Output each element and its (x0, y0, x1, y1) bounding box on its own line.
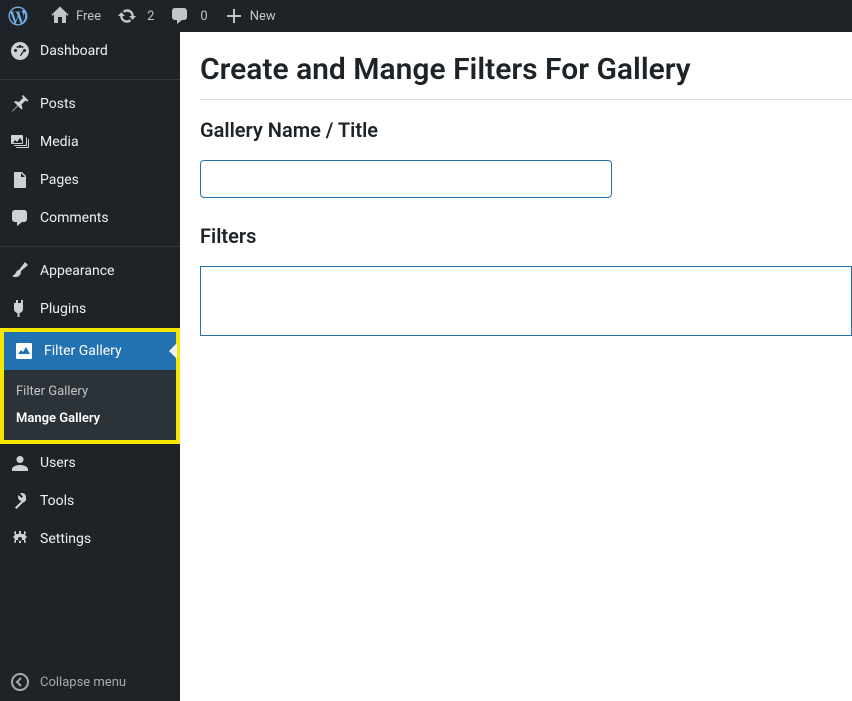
pages-icon (10, 170, 30, 190)
site-name-link[interactable]: Free (42, 0, 109, 32)
users-icon (10, 453, 30, 473)
menu-filter-gallery[interactable]: Filter Gallery (4, 332, 176, 370)
divider (200, 99, 852, 100)
brush-icon (10, 261, 30, 281)
home-icon (50, 6, 70, 26)
menu-pages[interactable]: Pages (0, 161, 180, 199)
updates-count: 2 (147, 9, 154, 24)
new-label: New (250, 9, 276, 24)
menu-dashboard[interactable]: Dashboard (0, 32, 180, 70)
admin-toolbar: Free 2 0 New (0, 0, 852, 32)
filter-gallery-highlight: Filter Gallery Filter Gallery Mange Gall… (0, 328, 180, 444)
gallery-icon (14, 341, 34, 361)
comment-icon (170, 6, 190, 26)
comments-link[interactable]: 0 (162, 0, 215, 32)
menu-tools[interactable]: Tools (0, 482, 180, 520)
comments-count: 0 (200, 9, 207, 24)
gallery-name-input[interactable] (200, 160, 612, 198)
wp-logo[interactable] (0, 0, 42, 32)
menu-settings[interactable]: Settings (0, 520, 180, 558)
menu-media[interactable]: Media (0, 123, 180, 161)
comments-icon (10, 208, 30, 228)
menu-plugins[interactable]: Plugins (0, 290, 180, 328)
new-content-link[interactable]: New (216, 0, 284, 32)
collapse-icon (10, 672, 30, 692)
update-icon (117, 6, 137, 26)
updates-link[interactable]: 2 (109, 0, 162, 32)
main-content: Create and Mange Filters For Gallery Gal… (180, 32, 852, 701)
filters-label: Filters (200, 224, 852, 248)
submenu-filter-gallery[interactable]: Filter Gallery (4, 378, 176, 405)
dashboard-icon (10, 41, 30, 61)
page-title: Create and Mange Filters For Gallery (200, 52, 852, 87)
filters-box[interactable] (200, 266, 852, 336)
plus-icon (224, 6, 244, 26)
plugin-icon (10, 299, 30, 319)
admin-sidebar: Dashboard Posts Media Pages Comments App… (0, 32, 180, 701)
collapse-menu[interactable]: Collapse menu (0, 663, 180, 701)
site-name: Free (76, 9, 101, 24)
pin-icon (10, 94, 30, 114)
menu-separator (0, 242, 180, 247)
menu-appearance[interactable]: Appearance (0, 252, 180, 290)
media-icon (10, 132, 30, 152)
menu-comments[interactable]: Comments (0, 199, 180, 237)
menu-users[interactable]: Users (0, 444, 180, 482)
gallery-name-label: Gallery Name / Title (200, 118, 852, 142)
tools-icon (10, 491, 30, 511)
menu-posts[interactable]: Posts (0, 85, 180, 123)
menu-separator (0, 75, 180, 80)
settings-icon (10, 529, 30, 549)
wordpress-icon (8, 6, 28, 26)
submenu-mange-gallery[interactable]: Mange Gallery (4, 405, 176, 432)
filter-gallery-submenu: Filter Gallery Mange Gallery (4, 370, 176, 440)
